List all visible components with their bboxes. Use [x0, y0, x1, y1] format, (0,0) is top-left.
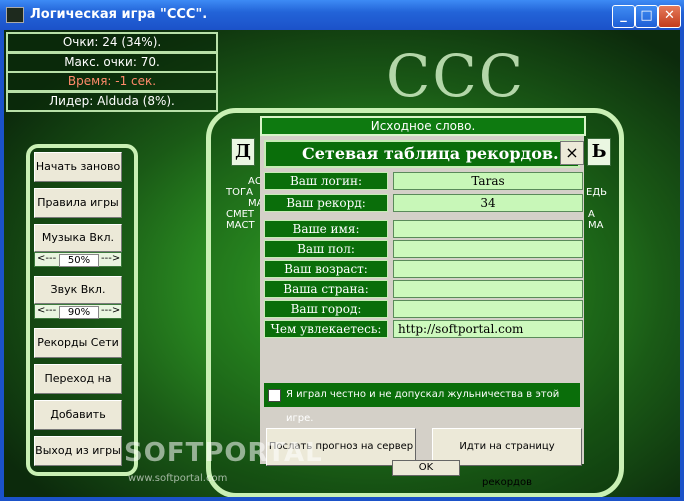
- music-volume-slider[interactable]: <--- 50% --->: [34, 252, 122, 267]
- gender-input[interactable]: [393, 240, 583, 258]
- add-word-button[interactable]: Добавить слово: [34, 400, 122, 449]
- honest-play-row: Я играл честно и не допускал жульничеств…: [264, 383, 580, 424]
- gender-label: Ваш пол:: [264, 240, 388, 258]
- country-input[interactable]: [393, 280, 583, 298]
- softportal-watermark: SOFTPORTAL: [124, 438, 323, 468]
- max-score-display: Макс. очки: 70.: [6, 52, 218, 73]
- found-word: А: [588, 209, 595, 220]
- record-value: 34: [393, 194, 583, 212]
- letter-tile-right[interactable]: Ь: [587, 138, 611, 166]
- honest-play-label: Я играл честно и не допускал жульничеств…: [286, 389, 560, 424]
- goto-site-button[interactable]: Переход на сайт: [34, 364, 122, 413]
- restart-button[interactable]: Начать заново: [34, 152, 122, 182]
- sound-decrease-arrow[interactable]: <---: [37, 305, 56, 316]
- name-input[interactable]: [393, 220, 583, 238]
- record-label: Ваш рекорд:: [264, 194, 388, 212]
- net-records-button[interactable]: Рекорды Сети: [34, 328, 122, 358]
- found-word: МА: [248, 198, 264, 209]
- hobby-label: Чем увлекаетесь:: [264, 320, 388, 338]
- game-area: Очки: 24 (34%). Макс. очки: 70. Время: -…: [4, 30, 680, 497]
- maximize-button[interactable]: □: [635, 5, 658, 28]
- leader-display: Лидер: Alduda (8%).: [6, 91, 218, 112]
- window-frame-bottom: [0, 497, 684, 501]
- menu-panel: Начать заново Правила игры Музыка Вкл. <…: [26, 144, 138, 476]
- sound-volume-slider[interactable]: <--- 90% --->: [34, 304, 122, 319]
- found-words-left: АС ТОГА МА СМЕТ МАСТ: [226, 176, 263, 231]
- sound-volume-value: 90%: [59, 306, 99, 319]
- age-label: Ваш возраст:: [264, 260, 388, 278]
- dialog-title: Сетевая таблица рекордов.: [302, 144, 559, 163]
- window-frame-right: [680, 30, 684, 501]
- country-label: Ваша страна:: [264, 280, 388, 298]
- city-input[interactable]: [393, 300, 583, 318]
- score-display: Очки: 24 (34%).: [6, 32, 218, 53]
- name-label: Ваше имя:: [264, 220, 388, 238]
- sound-increase-arrow[interactable]: --->: [101, 305, 120, 316]
- source-word-label: Исходное слово.: [260, 116, 586, 136]
- time-display: Время: -1 сек.: [6, 71, 218, 92]
- dialog-header: Сетевая таблица рекордов.: [264, 140, 580, 168]
- music-toggle-button[interactable]: Музыка Вкл.: [34, 224, 122, 252]
- exit-button[interactable]: Выход из игры: [34, 436, 122, 466]
- window-title: Логическая игра "ССС".: [30, 7, 208, 22]
- music-increase-arrow[interactable]: --->: [101, 253, 120, 264]
- close-button[interactable]: ✕: [658, 5, 681, 28]
- found-word: АС: [248, 176, 262, 187]
- found-word: МАСТ: [226, 220, 255, 231]
- hobby-input[interactable]: http://softportal.com: [393, 320, 583, 338]
- app-icon: [6, 7, 24, 23]
- found-word: ЕДЬ: [586, 187, 607, 198]
- music-volume-value: 50%: [59, 254, 99, 267]
- found-words-right: ЕДЬ А МА: [586, 187, 607, 231]
- softportal-url: www.softportal.com: [128, 473, 228, 484]
- game-window: Логическая игра "ССС". _ □ ✕ Очки: 24 (3…: [0, 0, 684, 501]
- rules-button[interactable]: Правила игры: [34, 188, 122, 218]
- ok-button[interactable]: OK: [392, 460, 460, 476]
- found-word: МА: [588, 220, 604, 231]
- title-bar: Логическая игра "ССС". _ □ ✕: [0, 0, 684, 30]
- sound-toggle-button[interactable]: Звук Вкл.: [34, 276, 122, 304]
- found-word: СМЕТ: [226, 209, 255, 220]
- city-label: Ваш город:: [264, 300, 388, 318]
- records-dialog: Сетевая таблица рекордов. × Ваш логин: T…: [260, 136, 584, 488]
- age-input[interactable]: [393, 260, 583, 278]
- minimize-button[interactable]: _: [612, 5, 635, 28]
- login-label: Ваш логин:: [264, 172, 388, 190]
- letter-tile-left[interactable]: Д: [231, 138, 255, 166]
- honest-play-checkbox[interactable]: [268, 389, 281, 402]
- music-decrease-arrow[interactable]: <---: [37, 253, 56, 264]
- game-logo: ССС: [386, 42, 526, 110]
- login-value: Taras: [393, 172, 583, 190]
- dialog-close-button[interactable]: ×: [560, 141, 584, 165]
- found-word: ТОГА: [226, 187, 253, 198]
